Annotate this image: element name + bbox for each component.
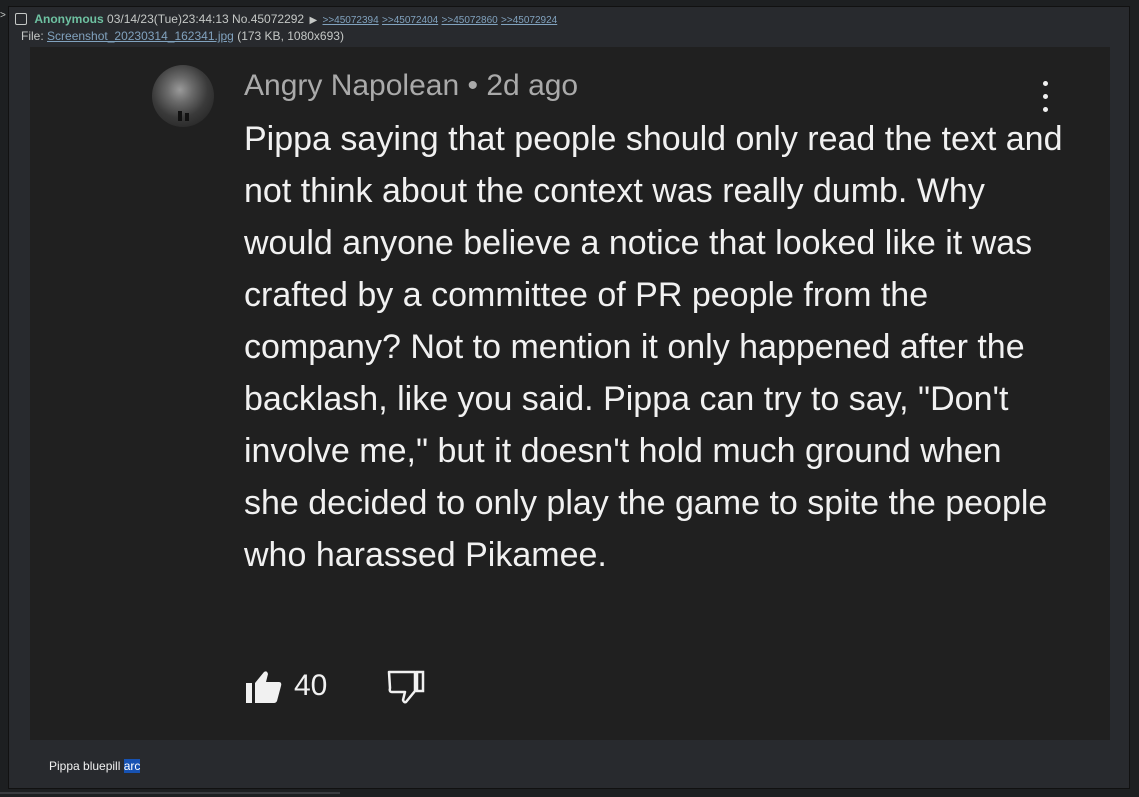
thumbs-up-icon[interactable] — [244, 669, 284, 705]
backlink[interactable]: >>45072860 — [442, 15, 498, 26]
comment-header: Angry Napolean • 2d ago — [244, 69, 578, 103]
file-meta: (173 KB, 1080x693) — [237, 29, 344, 43]
avatar — [152, 65, 214, 127]
kebab-menu-icon[interactable] — [1035, 79, 1055, 115]
side-arrows: > — [0, 10, 6, 21]
poster-name: Anonymous — [34, 12, 104, 26]
comment-body: Pippa saying that people should only rea… — [244, 120, 1063, 574]
post-comment-text: Pippa bluepill — [49, 759, 121, 773]
post-info: Anonymous 03/14/23(Tue)23:44:13 No.45072… — [15, 12, 557, 26]
header-separator: • — [467, 69, 479, 102]
attached-screenshot[interactable]: Angry Napolean • 2d ago Pippa saying tha… — [30, 47, 1110, 740]
file-info: File: Screenshot_20230314_162341.jpg (17… — [21, 29, 344, 43]
checkbox-icon[interactable] — [15, 13, 27, 25]
file-link[interactable]: Screenshot_20230314_162341.jpg — [47, 29, 234, 43]
highlighted-text: arc — [123, 759, 141, 773]
divider — [0, 792, 340, 794]
backlink[interactable]: >>45072394 — [323, 15, 379, 26]
comment-time: 2d ago — [486, 69, 579, 102]
thumbs-down-icon[interactable] — [386, 669, 426, 705]
post-reply: Anonymous 03/14/23(Tue)23:44:13 No.45072… — [8, 6, 1130, 789]
post-number[interactable]: No.45072292 — [232, 12, 304, 26]
file-label: File: — [21, 29, 44, 43]
like-count: 40 — [294, 669, 328, 702]
backlink[interactable]: >>45072404 — [382, 15, 438, 26]
backlink[interactable]: >>45072924 — [501, 15, 557, 26]
post-datetime: 03/14/23(Tue)23:44:13 — [107, 12, 229, 26]
comment-author: Angry Napolean — [244, 69, 460, 102]
triangle-icon[interactable]: ▶ — [309, 15, 317, 26]
post-comment: Pippa bluepill arc — [49, 759, 141, 773]
